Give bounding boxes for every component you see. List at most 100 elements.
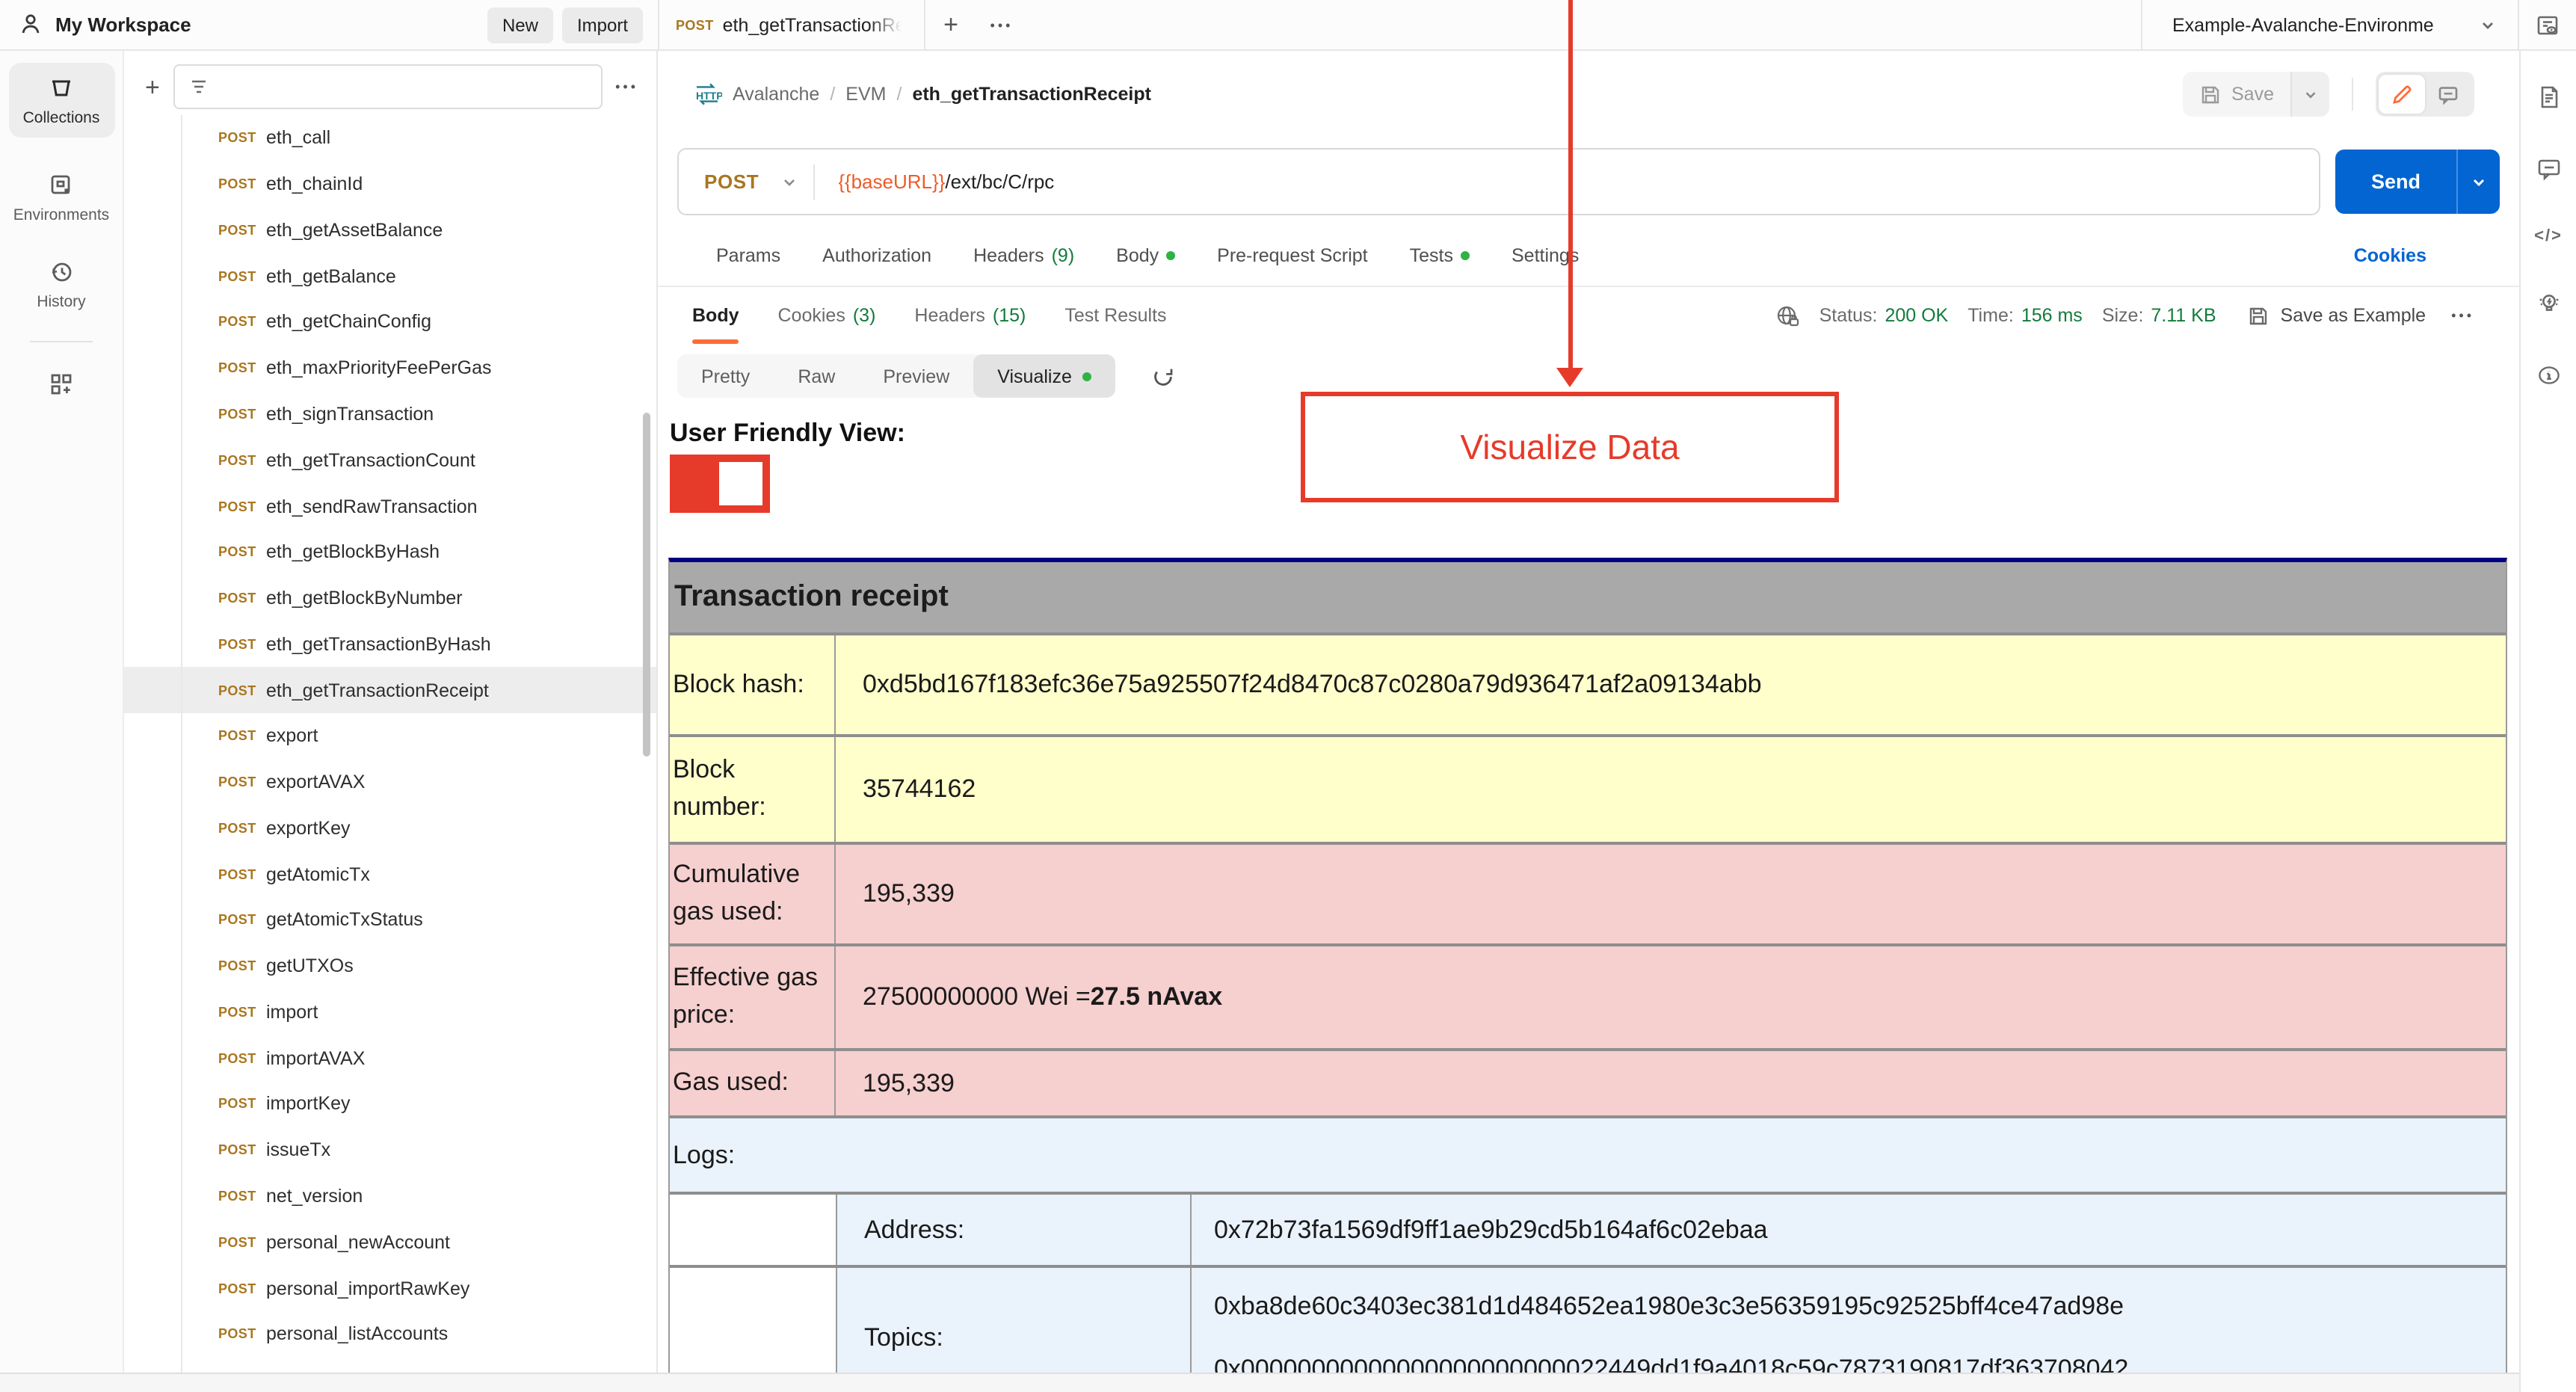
bottom-status-bar [0,1373,2519,1392]
method-selector[interactable]: POST [679,170,780,193]
workspace-title[interactable]: My Workspace [55,13,191,36]
rail-label-history: History [37,293,86,311]
left-rail: Collections Environments History [0,51,124,1392]
list-item[interactable]: POST getAtomicTx [124,851,656,898]
tab-body[interactable]: Body [1116,245,1176,266]
sidebar-scrollbar[interactable] [643,413,650,757]
comments-button[interactable] [2425,75,2471,114]
list-item[interactable]: POST eth_sendRawTransaction [124,483,656,529]
list-item[interactable]: POST issueTx [124,1127,656,1174]
list-item[interactable]: POST export [124,713,656,760]
send-button-group[interactable]: Send [2335,150,2500,214]
configure-panes-button[interactable] [46,369,76,399]
collections-icon [52,80,70,96]
cookies-link[interactable]: Cookies [2354,245,2426,266]
documentation-button[interactable] [2535,84,2562,111]
view-raw[interactable]: Raw [774,354,859,398]
breadcrumb-separator: / [830,84,836,105]
sidebar-more-button[interactable]: ••• [615,79,641,94]
list-item[interactable]: POST importAVAX [124,1035,656,1082]
code-snippet-button[interactable]: </> [2534,227,2563,245]
save-options-button[interactable] [2290,72,2329,117]
environment-quick-look-button[interactable] [2518,0,2576,49]
tab-prerequest-script[interactable]: Pre-request Script [1217,245,1367,266]
pub-request-button[interactable] [2535,290,2562,317]
row-value: 35744162 [863,774,976,803]
row-label: Cumulative gas used: [670,845,836,943]
list-item[interactable]: POST exportAVAX [124,759,656,805]
tab-headers[interactable]: Headers (9) [973,245,1074,266]
list-item[interactable]: POST personal_listAccounts [124,1311,656,1358]
status-badge: Status: 200 OK [1819,305,1949,326]
send-button[interactable]: Send [2335,150,2456,214]
tab-params[interactable]: Params [716,245,780,266]
info-button[interactable] [2535,362,2562,389]
list-item[interactable]: POST eth_chainId [124,161,656,208]
list-item[interactable]: POST eth_getAssetBalance [124,207,656,253]
list-item[interactable]: POST eth_signTransaction [124,391,656,437]
edit-mode-button[interactable] [2379,75,2425,114]
send-options-button[interactable] [2456,150,2500,214]
list-item[interactable]: POST getAtomicTxStatus [124,897,656,943]
list-item[interactable]: POST eth_getTransactionByHash [124,621,656,668]
list-item[interactable]: POST eth_call [124,115,656,161]
chevron-down-icon[interactable] [780,173,798,191]
tab-response-headers[interactable]: Headers (15) [914,287,1026,344]
tab-options-button[interactable]: ••• [976,0,1027,49]
tab-authorization[interactable]: Authorization [822,245,931,266]
view-visualize[interactable]: Visualize [973,354,1115,398]
view-preview[interactable]: Preview [859,354,973,398]
list-item[interactable]: POST net_version [124,1173,656,1219]
list-item[interactable]: POST eth_getBalance [124,253,656,300]
sidebar-item-environments[interactable]: Environments [13,170,109,224]
request-tab-active[interactable]: POST eth_getTransactionRece [659,0,925,49]
new-collection-button[interactable]: + [145,74,160,99]
green-dot-icon [1082,372,1091,381]
list-item[interactable]: POST eth_getBlockByNumber [124,575,656,621]
request-pane: HTTP Avalanche / EVM / eth_getTransactio… [658,51,2519,1392]
sidebar-filter-input[interactable] [173,64,603,109]
postman-app: My Workspace New Import POST eth_getTran… [0,0,2576,1392]
tab-test-results[interactable]: Test Results [1064,287,1166,344]
tab-response-body[interactable]: Body [692,287,740,344]
list-item[interactable]: POST eth_getTransactionCount [124,437,656,484]
pencil-icon [2393,84,2412,103]
comments-panel-button[interactable] [2535,155,2562,182]
list-item[interactable]: POST eth_getBlockByHash [124,529,656,576]
tab-response-cookies[interactable]: Cookies (3) [778,287,876,344]
list-item[interactable]: POST importKey [124,1081,656,1127]
url-input[interactable]: {{baseURL}}/ext/bc/C/rpc [838,170,1054,193]
tab-title: eth_getTransactionRece [723,14,902,35]
environment-selector[interactable]: Example-Avalanche-Environme [2141,0,2518,49]
save-as-example-button[interactable]: Save as Example [2248,304,2426,327]
tab-tests[interactable]: Tests [1410,245,1470,266]
list-item[interactable]: POST personal_newAccount [124,1219,656,1266]
response-more-button[interactable]: ••• [2451,308,2474,323]
user-icon[interactable] [18,12,43,37]
list-item[interactable]: POST import [124,989,656,1035]
breadcrumb-folder[interactable]: EVM [845,84,886,105]
sidebar-item-collections[interactable]: Collections [8,63,114,138]
view-pretty[interactable]: Pretty [677,354,774,398]
list-item[interactable]: POST getUTXOs [124,943,656,990]
add-tab-button[interactable]: + [925,0,976,49]
list-item[interactable]: POST exportKey [124,805,656,851]
list-item[interactable]: POST personal_importRawKey [124,1265,656,1311]
list-item[interactable]: POST eth_maxPriorityFeePerGas [124,345,656,392]
breadcrumb-separator: / [896,84,902,105]
new-button[interactable]: New [487,7,553,43]
list-item-selected[interactable]: POST eth_getTransactionReceipt [124,667,656,713]
refresh-visualizer-button[interactable] [1151,364,1175,388]
globe-lock-icon[interactable] [1775,303,1800,328]
user-friendly-view-toggle[interactable] [670,455,770,513]
sidebar-item-history[interactable]: History [37,257,86,311]
request-title[interactable]: eth_getTransactionReceipt [912,84,1151,105]
table-row: Block hash: 0xd5bd167f183efc36e75a925507… [670,635,2506,737]
breadcrumb-collection[interactable]: Avalanche [733,84,819,105]
import-button[interactable]: Import [561,7,643,43]
breadcrumb: HTTP Avalanche / EVM / eth_getTransactio… [692,82,1151,106]
list-item[interactable]: POST eth_getChainConfig [124,299,656,345]
save-button[interactable]: Save [2182,72,2290,117]
transaction-receipt-table: Transaction receipt Block hash: 0xd5bd16… [668,558,2507,1392]
info-icon [2538,366,2559,384]
